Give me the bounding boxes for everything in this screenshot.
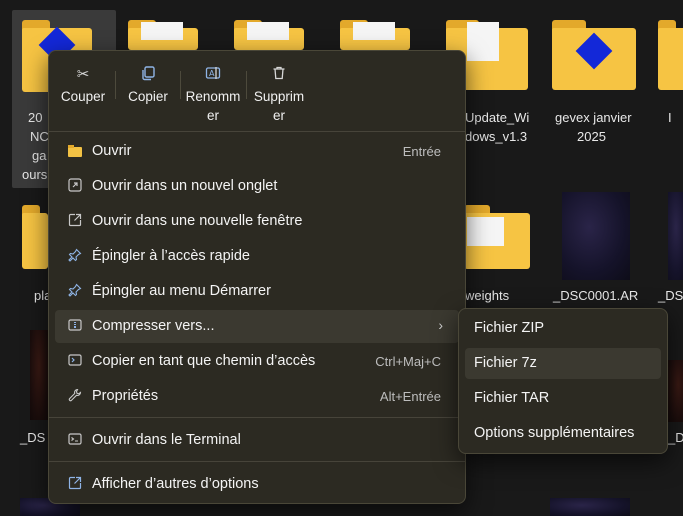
wrench-icon xyxy=(66,388,84,406)
toolbar-divider xyxy=(180,71,181,99)
delete-label: Supprim er xyxy=(253,89,305,123)
menu-item-label: Ouvrir dans un nouvel onglet xyxy=(92,178,278,194)
cut-button[interactable]: ✂ Couper xyxy=(55,61,111,127)
menu-item-open-new-window[interactable]: Ouvrir dans une nouvelle fenêtre xyxy=(55,205,459,238)
file-label: 20 xyxy=(28,110,43,125)
cut-label: Couper xyxy=(60,89,106,104)
file-label: NC xyxy=(30,129,49,144)
file-label: _DSC0001.AR xyxy=(553,288,639,303)
menu-item-label: Épingler au menu Démarrer xyxy=(92,283,271,299)
file-label: 2025 xyxy=(577,129,606,144)
menu-item-label: Ouvrir xyxy=(92,143,132,159)
copy-path-icon xyxy=(66,353,84,371)
compress-submenu: Fichier ZIP Fichier 7z Fichier TAR Optio… xyxy=(458,308,668,454)
zip-icon xyxy=(66,318,84,336)
file-label: dows_v1.3 xyxy=(465,129,528,144)
submenu-item-7z[interactable]: Fichier 7z xyxy=(465,348,661,379)
menu-separator xyxy=(49,461,465,462)
file-label: I xyxy=(668,110,672,125)
menu-item-shortcut: Ctrl+Maj+C xyxy=(375,354,441,369)
submenu-item-label: Options supplémentaires xyxy=(474,425,635,441)
file-label: gevex janvier xyxy=(555,110,632,125)
svg-text:A: A xyxy=(209,69,215,78)
menu-item-pin-quick-access[interactable]: Épingler à l’accès rapide xyxy=(55,240,459,273)
menu-item-shortcut: Alt+Entrée xyxy=(379,389,441,404)
menu-item-open-new-tab[interactable]: Ouvrir dans un nouvel onglet xyxy=(55,170,459,203)
rename-label: Renomm er xyxy=(185,89,241,123)
file-label: _DS xyxy=(658,288,683,303)
folder-icon[interactable] xyxy=(552,20,636,90)
menu-item-open-terminal[interactable]: Ouvrir dans le Terminal xyxy=(55,424,459,457)
submenu-item-label: Fichier TAR xyxy=(474,390,550,406)
submenu-item-more-options[interactable]: Options supplémentaires xyxy=(465,418,661,449)
menu-item-label: Copier en tant que chemin d’accès xyxy=(92,353,316,369)
folder-icon[interactable] xyxy=(234,20,304,50)
photo-thumbnail[interactable] xyxy=(668,192,683,280)
folder-icon[interactable] xyxy=(464,205,530,269)
photo-thumbnail[interactable] xyxy=(550,498,630,516)
menu-item-open[interactable]: Ouvrir Entrée xyxy=(55,135,459,168)
folder-icon[interactable] xyxy=(22,205,48,269)
photo-thumbnail[interactable] xyxy=(562,192,630,280)
file-label: weights xyxy=(465,288,510,303)
scissors-icon: ✂ xyxy=(76,66,90,83)
file-label: ours xyxy=(22,167,48,182)
more-options-icon xyxy=(66,476,84,494)
folder-icon[interactable] xyxy=(340,20,410,50)
menu-item-label: Ouvrir dans une nouvelle fenêtre xyxy=(92,213,303,229)
copy-label: Copier xyxy=(128,89,168,104)
pin-icon xyxy=(66,248,84,266)
rename-icon: A xyxy=(203,65,223,85)
menu-separator xyxy=(49,417,465,418)
folder-icon[interactable] xyxy=(658,20,683,90)
menu-item-label: Ouvrir dans le Terminal xyxy=(92,432,241,448)
terminal-icon xyxy=(66,432,84,450)
menu-item-label: Afficher d’autres d’options xyxy=(92,476,259,492)
submenu-item-label: Fichier 7z xyxy=(474,355,537,371)
menu-item-compress[interactable]: Compresser vers... › xyxy=(55,310,459,343)
toolbar-divider xyxy=(246,71,247,99)
menu-item-label: Compresser vers... xyxy=(92,318,215,334)
menu-item-shortcut: Entrée xyxy=(402,144,441,159)
submenu-item-label: Fichier ZIP xyxy=(474,320,545,336)
delete-button[interactable]: Supprim er xyxy=(248,61,310,127)
pin-icon xyxy=(66,283,84,301)
file-label: _DS xyxy=(20,430,46,445)
photo-thumbnail[interactable] xyxy=(30,330,48,420)
menu-item-label: Épingler à l’accès rapide xyxy=(92,248,250,264)
menu-item-copy-path[interactable]: Copier en tant que chemin d’accès Ctrl+M… xyxy=(55,345,459,378)
menu-item-label: Propriétés xyxy=(92,388,159,404)
new-window-icon xyxy=(66,213,84,231)
file-label: _DS xyxy=(668,430,683,445)
context-menu: ✂ Couper Copier A Renomm er Supprim er Ouv… xyxy=(48,50,466,504)
rename-button[interactable]: A Renomm er xyxy=(182,61,244,127)
chevron-right-icon: › xyxy=(438,317,443,333)
file-label: Update_Wi xyxy=(465,110,530,125)
folder-icon[interactable] xyxy=(128,20,198,50)
submenu-item-tar[interactable]: Fichier TAR xyxy=(465,383,661,414)
photo-thumbnail[interactable] xyxy=(668,360,683,422)
file-label: ga xyxy=(32,148,47,163)
menu-item-properties[interactable]: Propriétés Alt+Entrée xyxy=(55,380,459,413)
copy-button[interactable]: Copier xyxy=(119,61,177,127)
trash-icon xyxy=(269,65,289,85)
copy-icon xyxy=(138,65,158,85)
menu-item-pin-start[interactable]: Épingler au menu Démarrer xyxy=(55,275,459,308)
menu-item-more-options[interactable]: Afficher d’autres d’options xyxy=(55,468,459,501)
new-tab-icon xyxy=(66,178,84,196)
folder-icon xyxy=(66,143,84,161)
submenu-item-zip[interactable]: Fichier ZIP xyxy=(465,313,661,344)
menu-separator xyxy=(49,131,465,132)
toolbar-divider xyxy=(115,71,116,99)
